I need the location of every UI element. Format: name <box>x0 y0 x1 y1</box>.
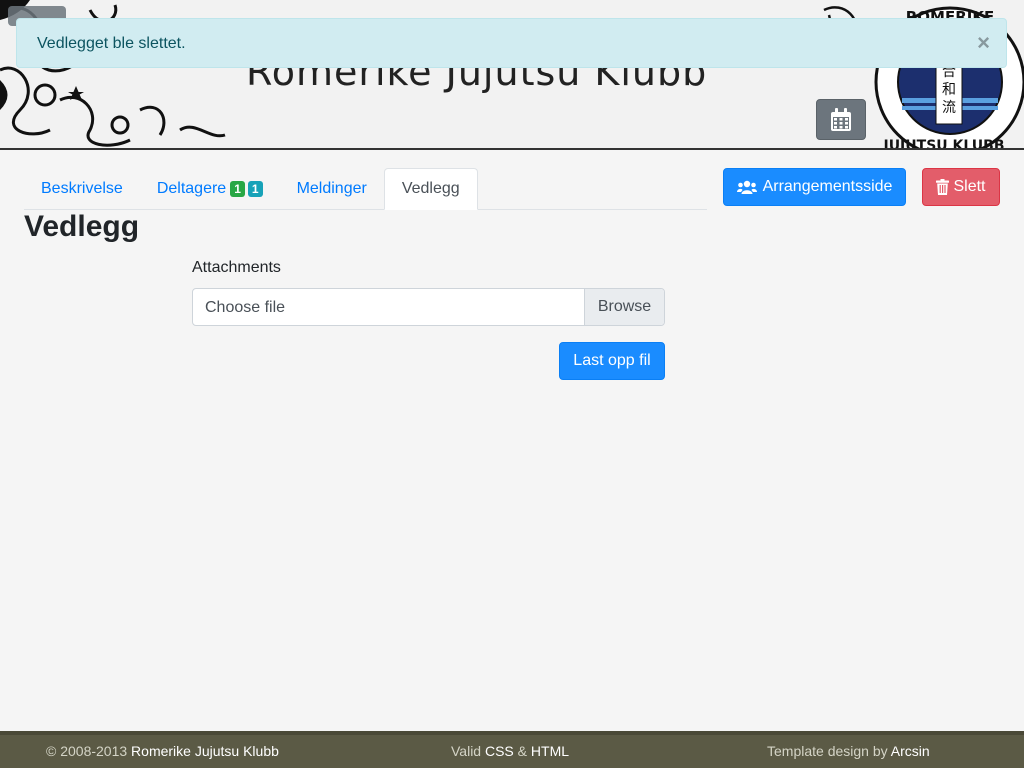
tab-label: Vedlegg <box>401 180 460 197</box>
tab-vedlegg[interactable]: Vedlegg <box>383 168 478 210</box>
calendar-button[interactable] <box>816 99 866 140</box>
tab-deltagere[interactable]: Deltagere 1 1 <box>140 168 280 209</box>
template-author-link[interactable]: Arcsin <box>891 743 930 759</box>
alert-close-button[interactable]: × <box>977 31 990 55</box>
svg-text:和: 和 <box>942 82 956 98</box>
alert-message: Vedlegget ble slettet. <box>37 35 186 52</box>
valid-css-link[interactable]: CSS <box>485 743 514 759</box>
success-alert: Vedlegget ble slettet. × <box>16 18 1007 68</box>
calendar-icon <box>831 107 851 131</box>
template-text: Template design by <box>767 743 891 759</box>
users-icon <box>736 180 757 194</box>
delete-button[interactable]: Slett <box>922 168 1000 206</box>
page-title: Vedlegg <box>24 210 140 243</box>
valid-text: Valid <box>451 743 485 759</box>
svg-text:JUJUTSU KLUBB: JUJUTSU KLUBB <box>882 138 1004 150</box>
tab-beskrivelse[interactable]: Beskrivelse <box>24 168 140 209</box>
trash-icon <box>936 179 950 195</box>
event-tabs: Beskrivelse Deltagere 1 1 Meldinger Vedl… <box>24 168 707 210</box>
event-page-label: Arrangementsside <box>762 178 893 195</box>
upload-button[interactable]: Last opp fil <box>559 342 665 380</box>
attachments-label: Attachments <box>192 259 281 276</box>
footer-copyright: © 2008-2013 Romerike Jujutsu Klubb <box>46 743 279 759</box>
event-page-button[interactable]: Arrangementsside <box>723 168 906 206</box>
tab-meldinger[interactable]: Meldinger <box>280 168 384 209</box>
file-input[interactable]: Choose file Browse <box>192 288 665 326</box>
participants-badge-pending: 1 <box>247 180 263 197</box>
copyright-text: © 2008-2013 <box>46 743 132 759</box>
tab-label: Beskrivelse <box>41 179 123 197</box>
tab-label: Deltagere <box>156 179 227 197</box>
file-input-placeholder: Choose file <box>205 299 286 316</box>
delete-label: Slett <box>953 178 986 195</box>
copyright-link[interactable]: Romerike Jujutsu Klubb <box>131 743 279 759</box>
footer-template-credit: Template design by Arcsin <box>767 743 930 759</box>
valid-amp: & <box>513 743 531 759</box>
footer-validation: Valid CSS & HTML <box>451 743 569 759</box>
browse-button[interactable]: Browse <box>584 289 664 325</box>
svg-text:流: 流 <box>942 100 956 116</box>
site-footer: © 2008-2013 Romerike Jujutsu Klubb Valid… <box>0 731 1024 768</box>
valid-html-link[interactable]: HTML <box>531 743 569 759</box>
participants-badge-confirmed: 1 <box>230 180 245 197</box>
tab-label: Meldinger <box>296 179 367 197</box>
